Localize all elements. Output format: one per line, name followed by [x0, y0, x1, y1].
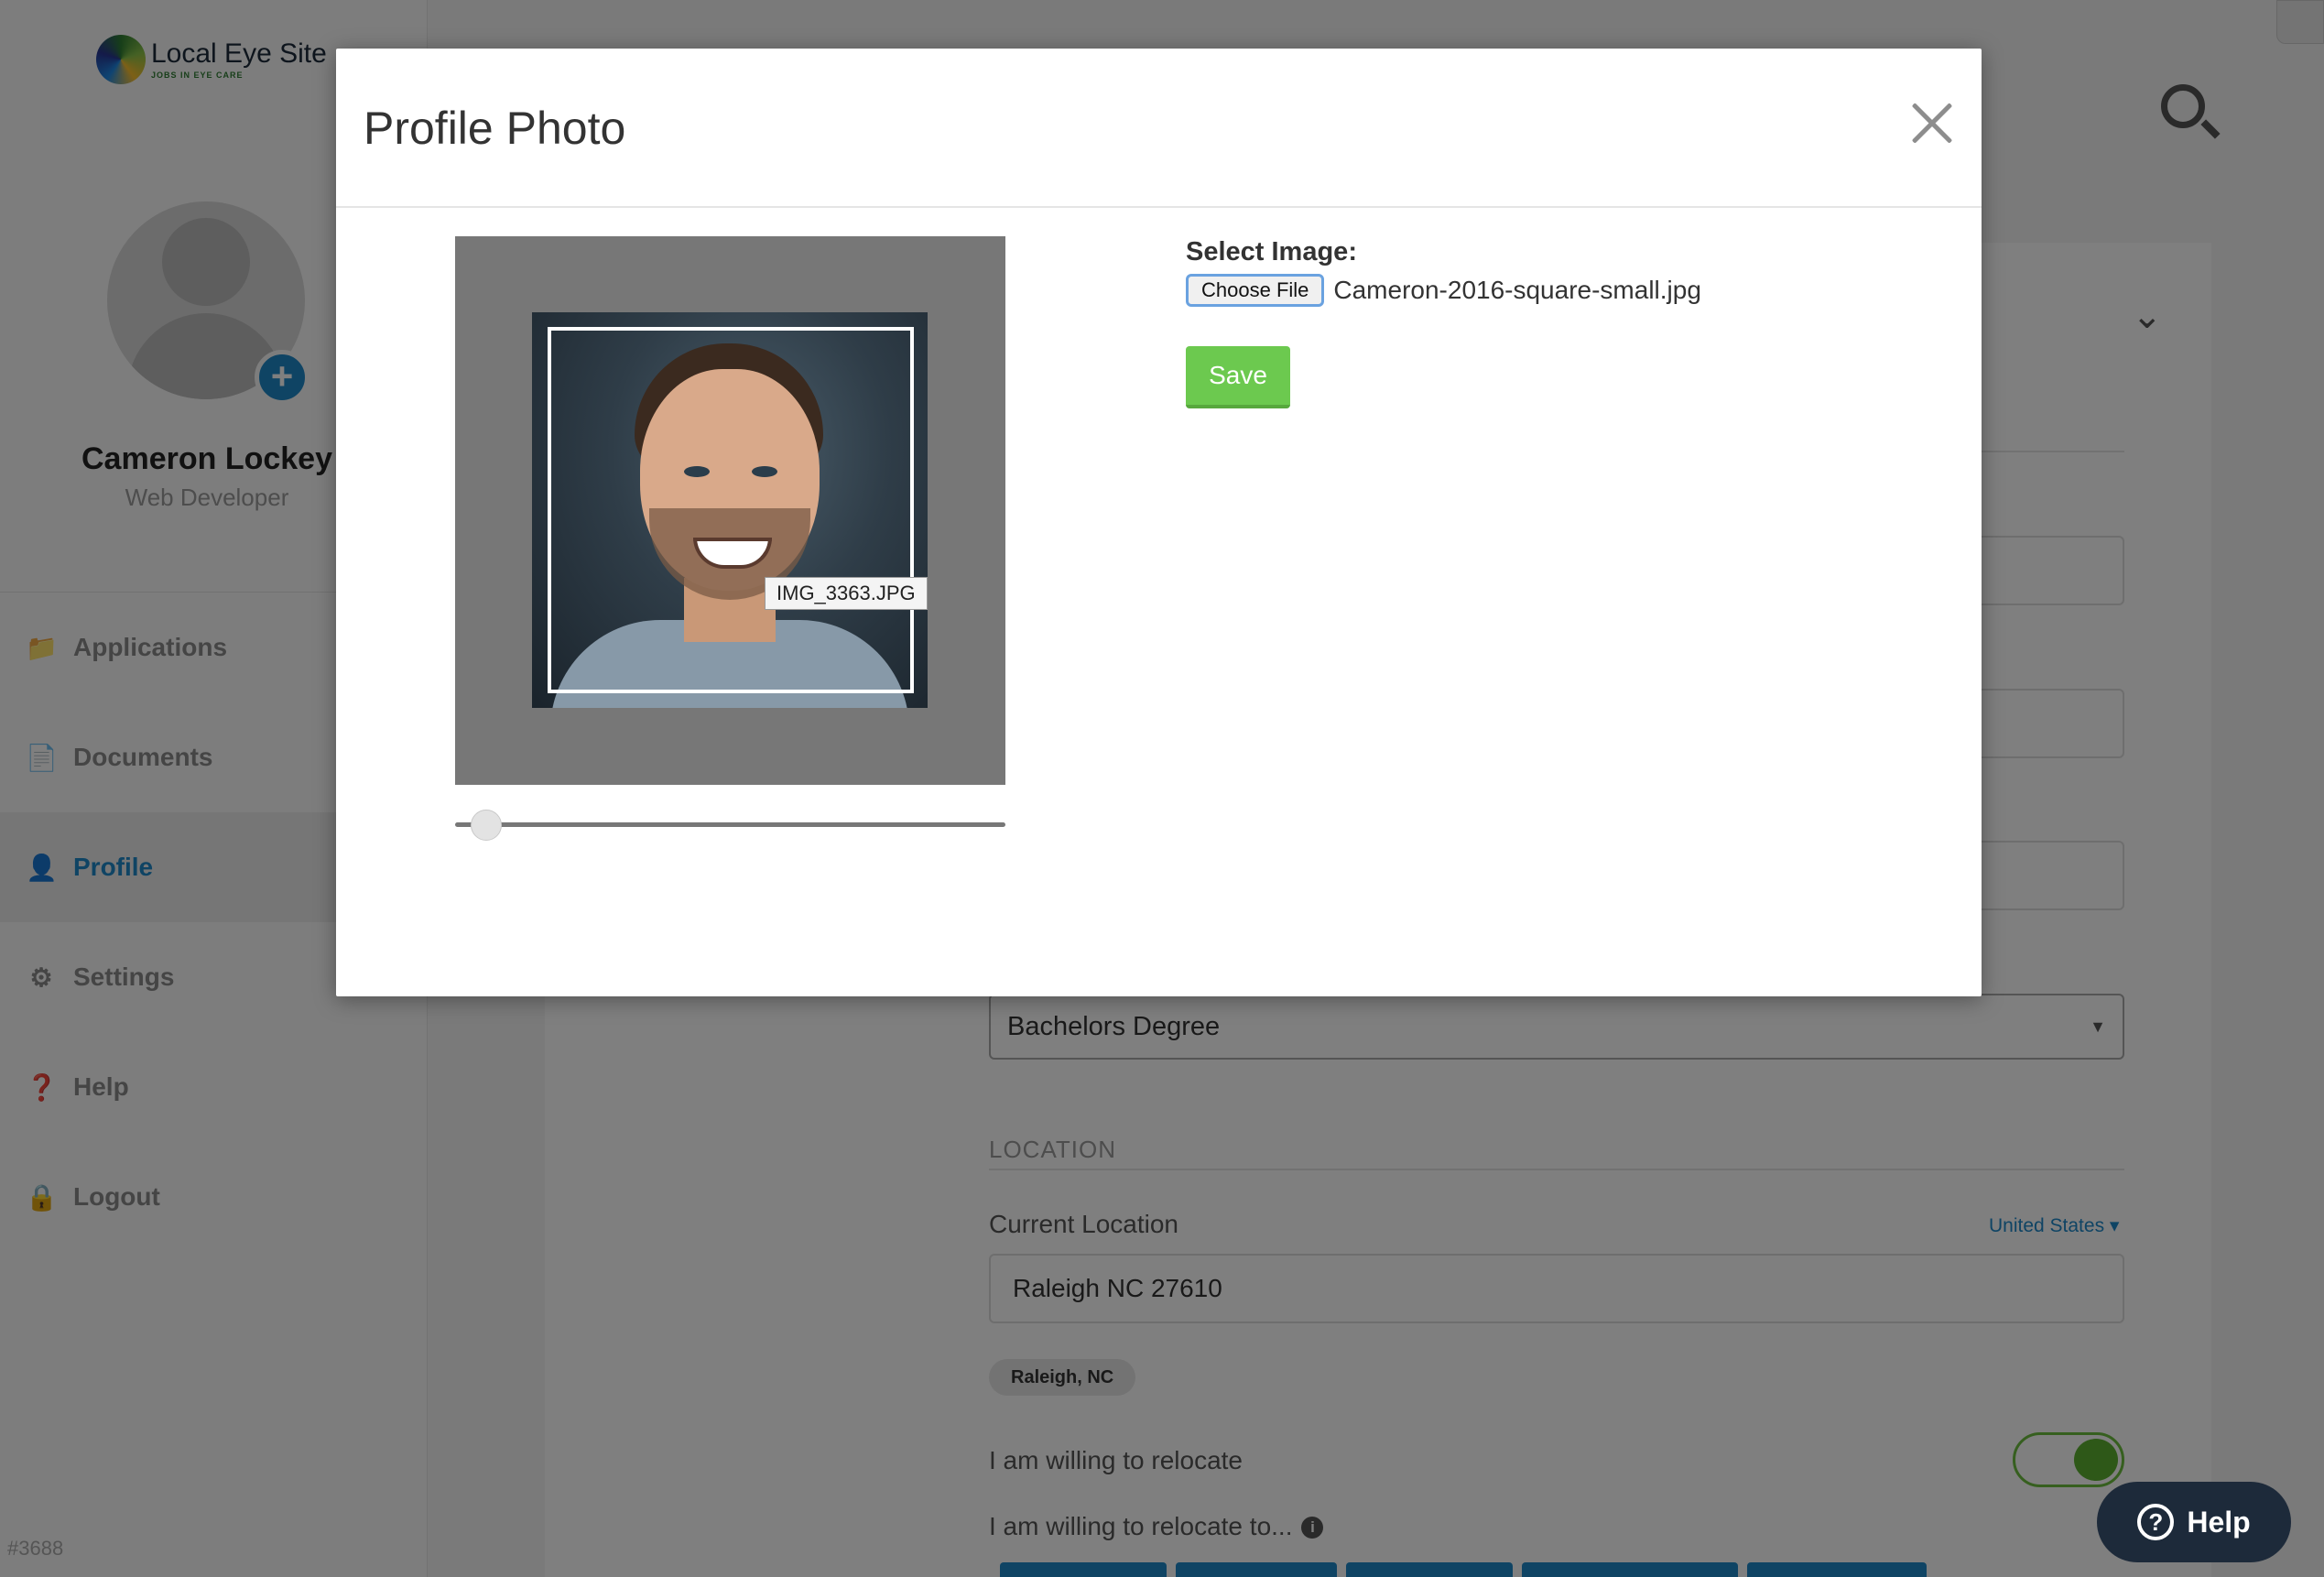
select-image-label: Select Image:	[1186, 237, 1357, 266]
zoom-slider[interactable]	[455, 808, 1005, 841]
selected-file-name: Cameron-2016-square-small.jpg	[1333, 276, 1701, 304]
choose-file-button[interactable]: Choose File	[1186, 274, 1325, 307]
profile-photo-modal: Profile Photo IMG_3363.JPG Select Image:…	[336, 49, 1982, 996]
zoom-track[interactable]	[455, 822, 1005, 827]
file-picker: Choose File Cameron-2016-square-small.jp…	[1186, 274, 1701, 307]
zoom-handle[interactable]	[471, 810, 502, 841]
crop-box[interactable]	[548, 327, 914, 693]
save-button[interactable]: Save	[1186, 346, 1290, 408]
modal-title: Profile Photo	[364, 103, 626, 154]
close-icon[interactable]	[1902, 94, 1960, 153]
image-filename-tooltip: IMG_3363.JPG	[765, 577, 928, 610]
profile-photo-preview[interactable]	[532, 312, 928, 708]
modal-header: Profile Photo	[336, 49, 1982, 208]
question-circle-icon: ?	[2137, 1504, 2175, 1540]
help-button[interactable]: ? Help	[2097, 1482, 2291, 1562]
image-cropper[interactable]: IMG_3363.JPG	[455, 236, 1005, 785]
help-button-label: Help	[2187, 1505, 2251, 1539]
